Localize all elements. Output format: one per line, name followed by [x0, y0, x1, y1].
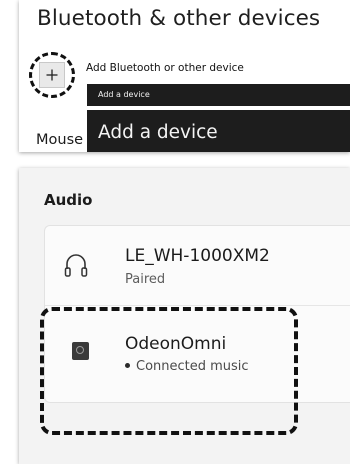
audio-panel: Audio LE_WH-1000XM2 Paired OdeonOmni Con…: [19, 168, 350, 464]
device-name: LE_WH-1000XM2: [125, 246, 270, 266]
plus-icon: [46, 69, 58, 81]
highlight-box: [40, 307, 298, 435]
tooltip-small: Add a device: [87, 84, 350, 106]
device-status: Paired: [125, 272, 166, 287]
headphones-icon: [64, 254, 88, 277]
tooltip-large: Add a device: [87, 110, 350, 152]
bluetooth-devices-panel: Bluetooth & other devices Add Bluetooth …: [19, 0, 350, 152]
section-title: Audio: [44, 191, 93, 209]
add-device-button[interactable]: [39, 62, 65, 88]
mouse-label: Mouse: [36, 132, 84, 148]
device-row-headphones[interactable]: LE_WH-1000XM2 Paired: [45, 226, 350, 306]
page-title: Bluetooth & other devices: [37, 6, 321, 31]
add-device-label[interactable]: Add Bluetooth or other device: [86, 62, 244, 74]
